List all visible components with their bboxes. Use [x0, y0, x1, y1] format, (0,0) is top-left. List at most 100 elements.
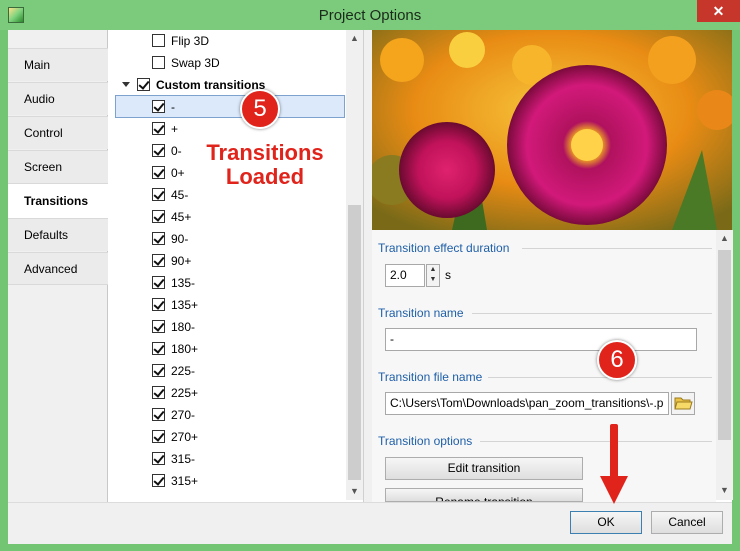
- tree-item[interactable]: 225+: [152, 383, 198, 403]
- tab-audio[interactable]: Audio: [8, 82, 108, 115]
- tree-item[interactable]: 180-: [152, 317, 195, 337]
- tree-item[interactable]: 0+: [152, 163, 185, 183]
- checkbox[interactable]: [152, 210, 165, 223]
- scroll-down-icon[interactable]: ▼: [716, 482, 733, 499]
- rename-transition-button[interactable]: Rename transition: [385, 488, 583, 502]
- tree-item[interactable]: 90-: [152, 229, 188, 249]
- window-title: Project Options: [318, 7, 422, 24]
- scroll-thumb[interactable]: [348, 205, 361, 480]
- form-scrollbar[interactable]: ▲ ▼: [716, 230, 733, 500]
- scroll-thumb[interactable]: [718, 250, 731, 440]
- tree-scrollbar[interactable]: ▲ ▼: [346, 30, 363, 500]
- tree-item[interactable]: 45-: [152, 185, 188, 205]
- duration-label: Transition effect duration: [378, 241, 510, 255]
- checkbox[interactable]: [152, 320, 165, 333]
- tree-item[interactable]: 270+: [152, 427, 198, 447]
- tree-item-label: 270+: [171, 430, 199, 444]
- tree-item-label: Flip 3D: [171, 34, 210, 48]
- tree-item[interactable]: 225-: [152, 361, 195, 381]
- tree-item[interactable]: 315+: [152, 471, 198, 491]
- close-button[interactable]: ✕: [697, 0, 740, 22]
- tree-item-label: 315-: [171, 452, 196, 466]
- divider: [488, 377, 712, 378]
- checkbox[interactable]: [152, 122, 165, 135]
- tree-item-label: 90-: [171, 232, 189, 246]
- tab-main[interactable]: Main: [8, 48, 108, 81]
- tree-item-swap-3d[interactable]: Swap 3D: [152, 53, 220, 73]
- tree-group-custom-transitions[interactable]: Custom transitions: [108, 75, 348, 95]
- file-label: Transition file name: [378, 370, 483, 384]
- scroll-down-icon[interactable]: ▼: [346, 483, 363, 500]
- tab-transitions[interactable]: Transitions: [8, 183, 109, 218]
- divider: [472, 313, 712, 314]
- duration-input[interactable]: 2.0: [385, 264, 425, 287]
- tree-item-label: Swap 3D: [171, 56, 220, 70]
- cancel-button[interactable]: Cancel: [651, 511, 723, 534]
- divider: [522, 248, 712, 249]
- tree-item[interactable]: 180+: [152, 339, 198, 359]
- spin-up-icon[interactable]: ▲: [427, 265, 439, 275]
- checkbox[interactable]: [152, 276, 165, 289]
- tree-item-label: 0-: [171, 144, 182, 158]
- annotation-line: Loaded: [225, 164, 305, 189]
- tab-screen[interactable]: Screen: [8, 150, 108, 183]
- tree-item-label: 225+: [171, 386, 199, 400]
- tab-strip: Main Audio Control Screen Transitions De…: [8, 30, 109, 502]
- checkbox[interactable]: [152, 56, 165, 69]
- selected-row-highlight: [115, 95, 345, 118]
- annotation-line: Transitions: [206, 140, 324, 165]
- ok-button[interactable]: OK: [570, 511, 642, 534]
- tree-item[interactable]: +: [152, 119, 178, 139]
- checkbox[interactable]: [152, 408, 165, 421]
- tab-advanced[interactable]: Advanced: [8, 252, 108, 285]
- checkbox[interactable]: [152, 364, 165, 377]
- tree-item[interactable]: 90+: [152, 251, 191, 271]
- transitions-loaded-annotation: Transitions Loaded: [195, 141, 335, 189]
- edit-transition-button[interactable]: Edit transition: [385, 457, 583, 480]
- checkbox[interactable]: [152, 166, 165, 179]
- options-label: Transition options: [378, 434, 473, 448]
- transition-name-input[interactable]: -: [385, 328, 697, 351]
- checkbox[interactable]: [152, 100, 165, 113]
- checkbox[interactable]: [152, 386, 165, 399]
- checkbox[interactable]: [152, 34, 165, 47]
- spin-down-icon[interactable]: ▼: [427, 275, 439, 285]
- checkbox[interactable]: [152, 452, 165, 465]
- tab-control[interactable]: Control: [8, 116, 108, 149]
- checkbox[interactable]: [152, 430, 165, 443]
- tree-item-label: 135+: [171, 298, 199, 312]
- tree-item[interactable]: 135-: [152, 273, 195, 293]
- dialog-button-bar: OK Cancel: [8, 502, 732, 544]
- tree-item[interactable]: 315-: [152, 449, 195, 469]
- transition-file-input[interactable]: C:\Users\Tom\Downloads\pan_zoom_transiti…: [385, 392, 669, 415]
- tree-item[interactable]: 135+: [152, 295, 198, 315]
- folder-icon: [674, 397, 693, 410]
- checkbox[interactable]: [152, 144, 165, 157]
- tree-item-label: 0+: [171, 166, 185, 180]
- project-options-window: Project Options ✕ Main Audio Control Scr…: [0, 0, 740, 551]
- tree-item[interactable]: 0-: [152, 141, 182, 161]
- checkbox[interactable]: [152, 232, 165, 245]
- tab-defaults[interactable]: Defaults: [8, 218, 108, 251]
- down-arrow-icon: [600, 424, 628, 504]
- browse-folder-button[interactable]: [671, 392, 695, 415]
- scroll-up-icon[interactable]: ▲: [346, 30, 363, 47]
- tree-item-label: 180+: [171, 342, 199, 356]
- title-bar[interactable]: Project Options ✕: [0, 0, 740, 30]
- tree-item[interactable]: 45+: [152, 207, 191, 227]
- checkbox[interactable]: [137, 78, 150, 91]
- tree-item-flip-3d[interactable]: Flip 3D: [152, 31, 209, 51]
- checkbox[interactable]: [152, 298, 165, 311]
- checkbox[interactable]: [152, 254, 165, 267]
- duration-spinner[interactable]: ▲ ▼: [426, 264, 440, 287]
- checkbox[interactable]: [152, 342, 165, 355]
- tree-group-label: Custom transitions: [156, 78, 266, 92]
- checkbox[interactable]: [152, 188, 165, 201]
- expand-arrow-icon[interactable]: [122, 82, 130, 87]
- tree-item[interactable]: -: [152, 97, 175, 117]
- scroll-up-icon[interactable]: ▲: [716, 230, 733, 247]
- tree-item[interactable]: 270-: [152, 405, 195, 425]
- step-6-badge: 6: [597, 340, 637, 380]
- checkbox[interactable]: [152, 474, 165, 487]
- step-5-badge: 5: [240, 89, 280, 129]
